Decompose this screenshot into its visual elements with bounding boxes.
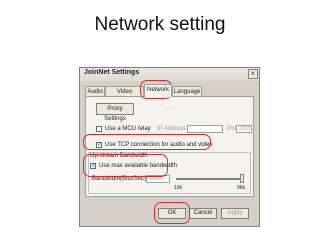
slide-title: Network setting [94,14,226,35]
settings-dialog: JoinNet Settings × Audio Video Options N… [79,67,260,227]
tab-language[interactable]: Language [172,86,202,96]
ip-address-label: IP Address [157,126,186,132]
slider-min-label: 10k [174,185,183,191]
highlight-use-max [83,154,168,177]
slider-max-label: 96k [237,185,246,191]
ip-address-field[interactable] [187,125,223,133]
mcu-relay-row[interactable]: Use a MCU relay [96,126,151,132]
highlight-tcp-option [83,134,211,150]
port-field[interactable]: 2333 [236,125,252,133]
apply-button[interactable]: Apply [221,208,249,219]
tab-audio[interactable]: Audio [85,86,105,96]
highlight-ok-button [154,202,190,224]
mcu-relay-label: Use a MCU relay [105,126,151,132]
tab-network[interactable]: Network [144,84,172,97]
dialog-titlebar: JoinNet Settings × [80,68,259,81]
cancel-button[interactable]: Cancel [189,208,217,219]
bandwidth-slider-thumb[interactable] [240,174,244,183]
close-button[interactable]: × [248,69,258,79]
bandwidth-slider-track[interactable] [176,178,244,180]
dialog-title: JoinNet Settings [84,69,140,76]
tab-video-options[interactable]: Video Options [105,86,144,105]
proxy-settings-button[interactable]: Proxy Settings [96,103,134,122]
mcu-relay-checkbox[interactable] [96,126,102,132]
